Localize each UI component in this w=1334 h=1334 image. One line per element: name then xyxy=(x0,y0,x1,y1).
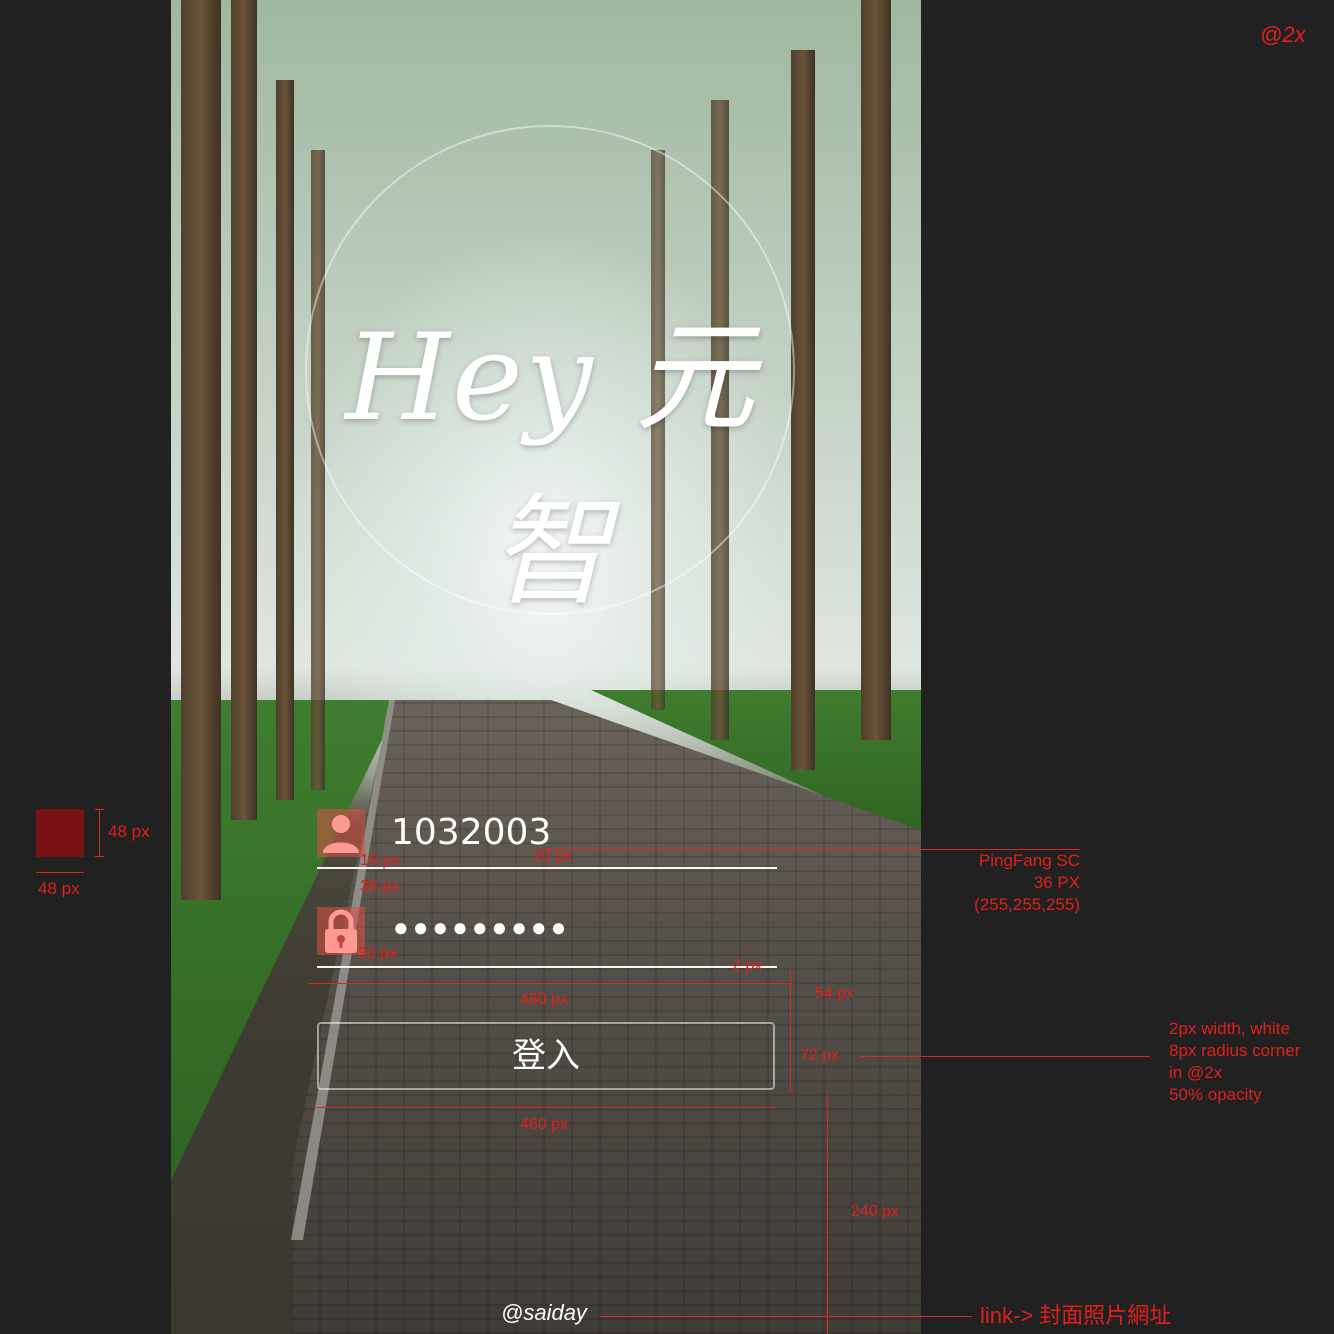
button-spec-opacity: 50% opacity xyxy=(1169,1085,1262,1104)
font-spec: PingFang SC 36 PX (255,255,255) xyxy=(930,850,1080,916)
font-spec-family: PingFang SC xyxy=(978,851,1080,870)
button-width-line xyxy=(316,1107,776,1108)
button-spec-border: 2px width, white xyxy=(1169,1019,1290,1038)
button-width-label: 460 px xyxy=(520,1116,569,1133)
scale-label: @2x xyxy=(1260,22,1306,47)
icon-size-swatch xyxy=(36,809,84,857)
password-field[interactable]: ●●●●●●●●● xyxy=(393,912,570,943)
height-bracket-bottom xyxy=(95,856,104,857)
swatch-height-label: 48 px xyxy=(108,822,150,841)
field-width-label: 480 px xyxy=(520,991,569,1008)
user-icon-box xyxy=(317,809,365,857)
bottom-gap-line xyxy=(827,1094,828,1334)
link-pointer xyxy=(600,1316,972,1317)
username-field[interactable]: 1032003 xyxy=(391,812,551,853)
password-underline xyxy=(317,966,777,968)
bottom-gap-label: 240 px xyxy=(851,1203,900,1220)
tree-trunk xyxy=(181,0,221,900)
width-bracket xyxy=(36,872,84,873)
tree-trunk xyxy=(231,0,257,820)
font-spec-color: (255,255,255) xyxy=(974,895,1080,914)
icon-line-gap-label: 30 px xyxy=(358,945,398,962)
button-spec: 2px width, white 8px radius corner in @2… xyxy=(1169,1018,1329,1106)
button-spec-scale: in @2x xyxy=(1169,1063,1223,1082)
link-note: link-> 封面照片網址 xyxy=(980,1303,1172,1328)
line-thickness-label: 2 px xyxy=(732,957,763,974)
height-bracket xyxy=(99,809,100,857)
button-spec-radius: 8px radius corner xyxy=(1169,1041,1301,1060)
user-icon xyxy=(323,815,359,853)
photo-credit-link[interactable]: @saiday xyxy=(501,1300,587,1326)
button-gap-label: 54 px xyxy=(815,985,855,1002)
row-gap-label: 36 px xyxy=(360,878,400,895)
button-gap-line xyxy=(790,968,791,1092)
app-logo: Hey 元智 xyxy=(345,309,757,622)
field-width-line xyxy=(308,983,792,984)
height-bracket-top xyxy=(95,809,104,810)
gap-icon-text-label: 10 px xyxy=(360,852,400,869)
font-spec-size: 36 PX xyxy=(1033,873,1080,892)
button-spec-pointer xyxy=(860,1056,1150,1057)
swatch-width-label: 48 px xyxy=(38,879,80,898)
login-button[interactable]: 登入 xyxy=(317,1022,775,1090)
button-height-label: 72 px xyxy=(800,1047,840,1064)
tree-trunk xyxy=(861,0,891,740)
